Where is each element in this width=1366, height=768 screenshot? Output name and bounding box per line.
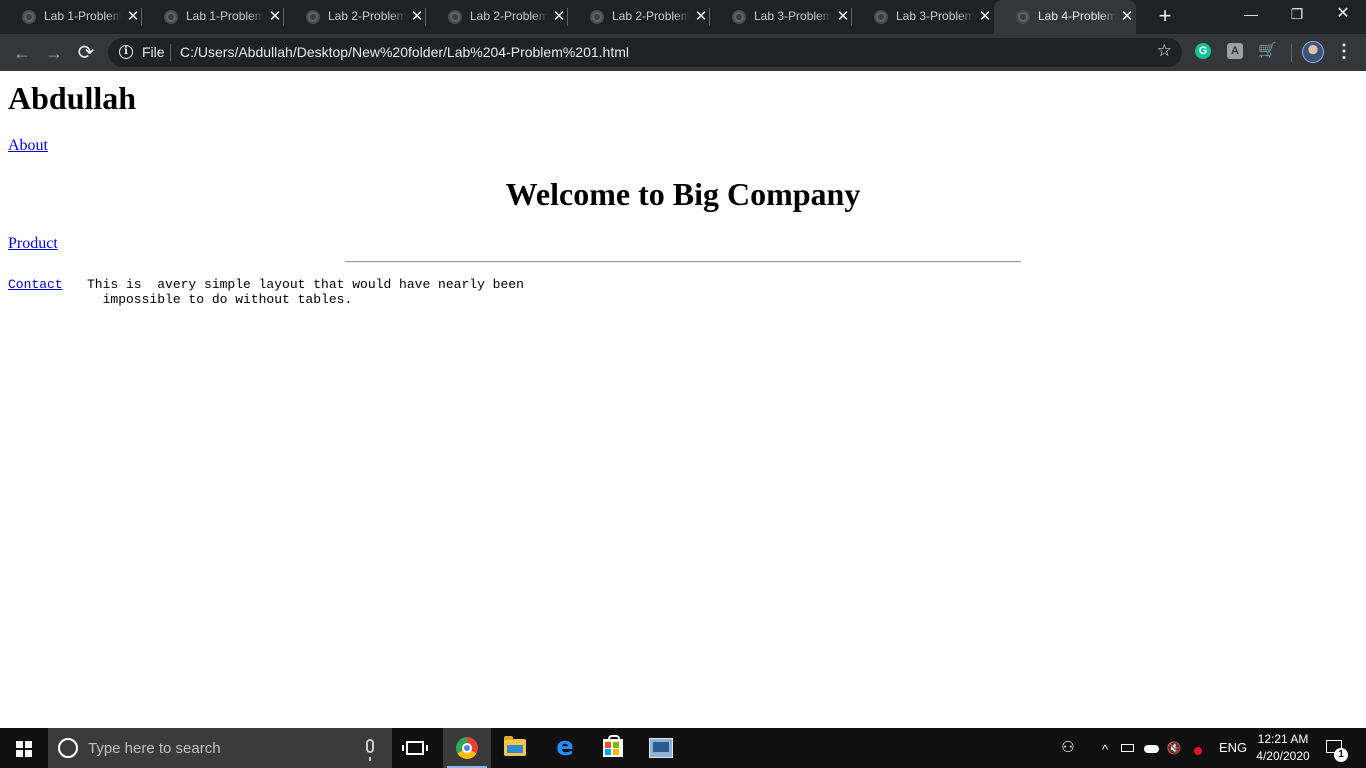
windows-logo-icon — [16, 741, 32, 757]
windows-taskbar: Type here to search e ⚇ ^ 🔇 ENG 12:21 AM… — [0, 728, 1366, 768]
tab-title: Lab 1-Problem 2 — [186, 9, 264, 23]
tab-title: Lab 3-Problem 2 — [896, 9, 974, 23]
people-icon[interactable]: ⚇ — [1060, 740, 1076, 756]
browser-tab-strip: Lab 1-Problem 1 ✕ Lab 1-Problem 2 ✕ Lab … — [0, 0, 1366, 34]
globe-icon — [874, 10, 888, 24]
network-app-icon — [649, 738, 673, 758]
globe-icon — [590, 10, 604, 24]
taskbar-search[interactable]: Type here to search — [48, 728, 392, 768]
close-tab-icon[interactable]: ✕ — [978, 9, 992, 25]
minimize-button[interactable]: — — [1228, 0, 1274, 30]
tab-title: Lab 2-Problem 1 — [328, 9, 406, 23]
new-tab-button[interactable]: + — [1154, 5, 1176, 28]
chrome-icon — [456, 737, 478, 759]
tab-title: Lab 3-Problem 1 — [754, 9, 832, 23]
close-tab-icon[interactable]: ✕ — [1120, 9, 1134, 25]
task-view-icon — [402, 741, 428, 755]
volume-muted-icon[interactable]: 🔇 — [1166, 740, 1182, 756]
task-view-button[interactable] — [392, 728, 440, 768]
browser-tab[interactable]: Lab 2-Problem 1 ✕ — [284, 0, 426, 34]
edge-icon: e — [556, 732, 574, 762]
chevron-up-icon[interactable]: ^ — [1097, 742, 1113, 758]
browser-tab[interactable]: Lab 2-Problem 2 ✕ — [426, 0, 568, 34]
browser-tab[interactable]: Lab 3-Problem 1 ✕ — [710, 0, 852, 34]
address-url[interactable]: C:/Users/Abdullah/Desktop/New%20folder/L… — [180, 44, 629, 60]
profile-avatar[interactable] — [1302, 41, 1324, 63]
taskbar-chrome[interactable] — [443, 728, 491, 768]
battery-icon[interactable] — [1120, 740, 1136, 756]
globe-icon — [732, 10, 746, 24]
page-content: Abdullah About Welcome to Big Company Pr… — [0, 71, 1366, 728]
close-tab-icon[interactable]: ✕ — [836, 9, 850, 25]
globe-icon — [22, 10, 36, 24]
contact-link[interactable]: Contact — [8, 277, 63, 292]
globe-icon — [1016, 10, 1030, 24]
taskbar-edge[interactable]: e — [541, 728, 589, 768]
about-link[interactable]: About — [8, 137, 48, 155]
browser-tab[interactable]: Lab 2-Problem 3 ✕ — [568, 0, 710, 34]
grammarly-extension-icon[interactable]: G — [1195, 43, 1211, 59]
globe-icon — [306, 10, 320, 24]
forward-arrow-icon[interactable]: → — [40, 39, 68, 67]
start-button[interactable] — [0, 728, 48, 768]
horizontal-rule — [345, 261, 1021, 263]
tab-title: Lab 4-Problem 1 — [1038, 9, 1116, 23]
reload-icon[interactable]: ⟳ — [72, 39, 100, 67]
page-heading: Abdullah — [8, 80, 137, 116]
close-window-button[interactable]: ✕ — [1320, 0, 1366, 30]
tab-title: Lab 1-Problem 1 — [44, 9, 122, 23]
cart-extension-icon[interactable]: 🛒 — [1258, 43, 1277, 59]
clock-date: 4/20/2020 — [1256, 749, 1310, 763]
browser-tab-active[interactable]: Lab 4-Problem 1 ✕ — [994, 0, 1136, 34]
notification-center-icon[interactable]: 1 — [1324, 738, 1348, 762]
wifi-off-icon[interactable] — [1192, 740, 1208, 756]
preformatted-text: This is avery simple layout that would h… — [87, 277, 524, 307]
taskbar-file-explorer[interactable] — [491, 728, 539, 768]
back-arrow-icon[interactable]: ← — [8, 39, 36, 67]
site-info-icon[interactable]: i — [119, 45, 133, 59]
globe-icon — [448, 10, 462, 24]
tab-title: Lab 2-Problem 2 — [470, 9, 548, 23]
close-tab-icon[interactable]: ✕ — [410, 9, 424, 25]
address-divider — [170, 44, 171, 61]
browser-tab[interactable]: Lab 3-Problem 2 ✕ — [852, 0, 994, 34]
language-indicator[interactable]: ENG — [1219, 740, 1247, 768]
close-tab-icon[interactable]: ✕ — [552, 9, 566, 25]
system-clock[interactable]: 12:21 AM 4/20/2020 — [1254, 731, 1312, 765]
product-link[interactable]: Product — [8, 235, 58, 253]
welcome-heading: Welcome to Big Company — [505, 176, 861, 212]
close-tab-icon[interactable]: ✕ — [268, 9, 282, 25]
notification-count: 1 — [1334, 748, 1348, 762]
font-extension-icon[interactable]: A — [1227, 43, 1243, 59]
store-icon — [603, 735, 623, 757]
kebab-menu-icon[interactable]: ⋮ — [1334, 42, 1354, 62]
cortana-icon — [58, 738, 78, 758]
onedrive-icon[interactable] — [1144, 740, 1160, 756]
tab-title: Lab 2-Problem 3 — [612, 9, 690, 23]
address-scheme: File — [142, 44, 165, 60]
taskbar-store[interactable] — [589, 728, 637, 768]
browser-tab[interactable]: Lab 1-Problem 1 ✕ — [0, 0, 142, 34]
file-explorer-icon — [504, 736, 526, 756]
microphone-icon[interactable] — [366, 739, 374, 761]
clock-time: 12:21 AM — [1257, 732, 1309, 746]
close-tab-icon[interactable]: ✕ — [694, 9, 708, 25]
globe-icon — [164, 10, 178, 24]
close-tab-icon[interactable]: ✕ — [126, 9, 140, 25]
restore-button[interactable]: ❐ — [1274, 0, 1320, 30]
search-placeholder: Type here to search — [88, 740, 221, 757]
address-bar[interactable]: i File C:/Users/Abdullah/Desktop/New%20f… — [108, 38, 1182, 67]
taskbar-network-app[interactable] — [637, 728, 685, 768]
browser-tab[interactable]: Lab 1-Problem 2 ✕ — [142, 0, 284, 34]
browser-toolbar: ← → ⟳ i File C:/Users/Abdullah/Desktop/N… — [0, 34, 1366, 71]
toolbar-separator — [1291, 44, 1292, 62]
bookmark-star-icon[interactable]: ☆ — [1157, 41, 1172, 61]
